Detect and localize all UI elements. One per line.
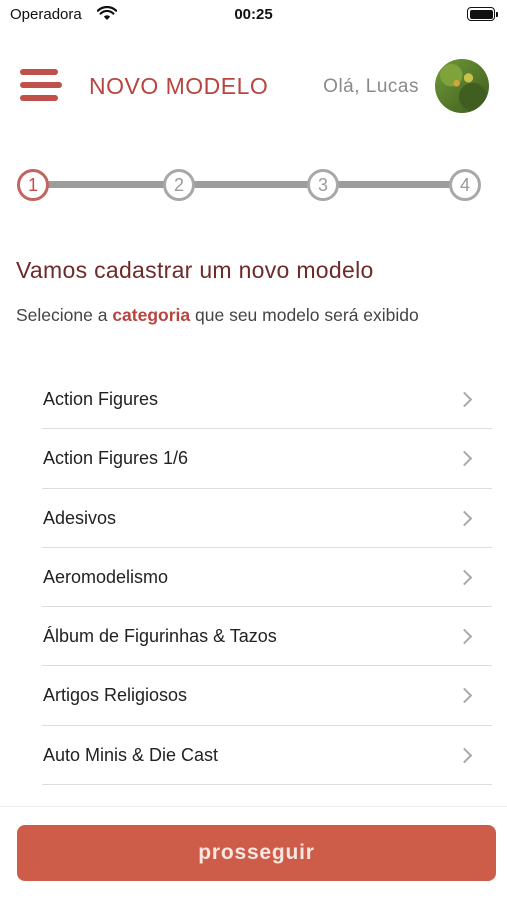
battery-icon [467, 7, 498, 21]
progress-stepper: 1 2 3 4 [17, 167, 483, 203]
category-item[interactable]: Action Figures 1/6 [42, 429, 492, 489]
proceed-button[interactable]: prosseguir [17, 825, 496, 881]
status-time: 00:25 [234, 6, 273, 23]
category-item[interactable]: Aeromodelismo [42, 548, 492, 608]
step-3: 3 [307, 169, 339, 201]
footer-divider [0, 806, 507, 807]
category-label: Action Figures 1/6 [43, 448, 189, 469]
page-header-title: NOVO MODELO [89, 73, 269, 99]
stepper-connector [337, 181, 453, 188]
chevron-right-icon [456, 747, 473, 764]
step-2: 2 [163, 169, 195, 201]
avatar[interactable] [435, 59, 489, 113]
step-4: 4 [449, 169, 481, 201]
category-list: Action Figures Action Figures 1/6 Adesiv… [42, 370, 492, 786]
stepper-connector [193, 181, 309, 188]
chevron-right-icon [456, 391, 473, 408]
step-1: 1 [17, 169, 49, 201]
instruction-text: Selecione a categoria que seu modelo ser… [16, 300, 486, 330]
app-header: NOVO MODELO Olá, Lucas [0, 55, 507, 115]
category-label: Álbum de Figurinhas & Tazos [43, 626, 277, 647]
user-greeting: Olá, Lucas [323, 76, 419, 97]
stepper-connector [47, 181, 165, 188]
instruction-suffix: que seu modelo será exibido [190, 305, 419, 325]
chevron-right-icon [456, 569, 473, 586]
chevron-right-icon [456, 688, 473, 704]
category-item[interactable]: Auto Minis & Die Cast [42, 726, 492, 786]
status-bar: Operadora 00:25 [0, 0, 507, 32]
category-label: Artigos Religiosos [43, 685, 188, 706]
hamburger-menu-icon[interactable] [20, 67, 62, 103]
category-item[interactable]: Álbum de Figurinhas & Tazos [42, 607, 492, 667]
category-label: Adesivos [43, 507, 117, 528]
category-item[interactable]: Adesivos [42, 489, 492, 548]
category-label: Action Figures [43, 389, 159, 409]
chevron-right-icon [456, 451, 473, 467]
chevron-right-icon [456, 628, 473, 645]
page-title: Vamos cadastrar um novo modelo [16, 257, 374, 283]
category-label: Aeromodelismo [43, 566, 169, 587]
category-label: Auto Minis & Die Cast [43, 744, 219, 765]
instruction-prefix: Selecione a [16, 305, 113, 325]
category-item[interactable]: Action Figures [42, 370, 492, 430]
instruction-highlight: categoria [112, 305, 191, 325]
category-item[interactable]: Artigos Religiosos [42, 666, 492, 726]
chevron-right-icon [456, 510, 473, 526]
